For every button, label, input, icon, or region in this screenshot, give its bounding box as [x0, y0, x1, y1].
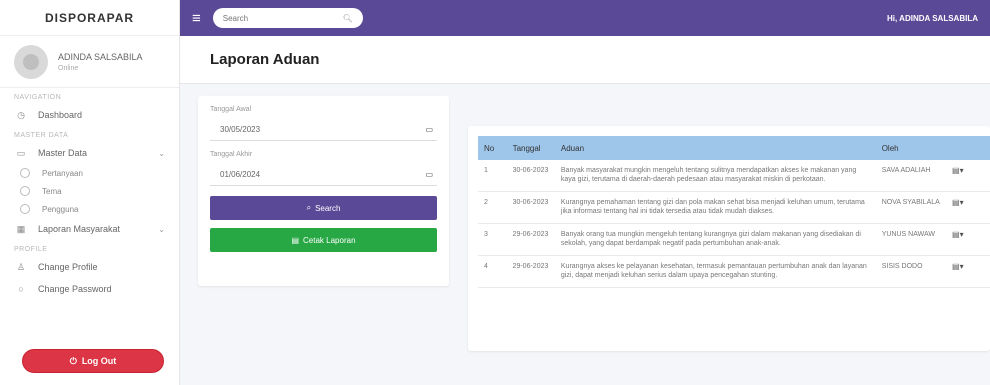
- user-greeting[interactable]: Hi, ADINDA SALSABILA: [887, 14, 978, 23]
- table-row: 3 29-06-2023 Banyak orang tua mungkin me…: [478, 223, 990, 256]
- cell-date: 29-06-2023: [506, 223, 555, 256]
- user-status: Online: [58, 64, 79, 72]
- table-header-row: No Tanggal Aduan Oleh: [478, 136, 990, 160]
- circle-icon: [20, 204, 30, 214]
- row-action-dropdown-icon[interactable]: ▤▾: [952, 258, 964, 271]
- table-row: 4 29-06-2023 Kurangnya akses ke pelayana…: [478, 255, 990, 288]
- table-row: 1 30-06-2023 Banyak masyarakat mungkin m…: [478, 160, 990, 192]
- cell-no: 4: [478, 255, 507, 288]
- sidebar-item-label: Dashboard: [38, 110, 83, 120]
- cell-aduan: Kurangnya akses ke pelayanan kesehatan, …: [554, 255, 876, 288]
- table-icon: ▦: [16, 224, 26, 234]
- cell-no: 2: [478, 191, 507, 224]
- sidebar-item-label: Change Password: [38, 284, 112, 294]
- brand-logo[interactable]: DISPORAPAR: [0, 0, 179, 36]
- print-icon: ▤: [291, 235, 300, 245]
- end-date-label: Tanggal Akhir: [210, 151, 253, 158]
- cell-oleh: SISIS DODO: [875, 255, 947, 288]
- cell-date: 30-06-2023: [506, 191, 555, 224]
- sidebar-item-master-data[interactable]: ▭ Master Data ⌄: [0, 142, 179, 164]
- column-header-action: [946, 136, 990, 160]
- nav-header-profile: Profile: [14, 246, 48, 253]
- sidebar-item-laporan[interactable]: ▦ Laporan Masyarakat ⌄: [0, 218, 179, 240]
- cell-no: 3: [478, 223, 507, 256]
- cell-aduan: Banyak orang tua mungkin mengeluh tentan…: [554, 223, 876, 256]
- table-row: 2 30-06-2023 Kurangnya pemahaman tentang…: [478, 191, 990, 224]
- report-table-card: No Tanggal Aduan Oleh 1 30-06-2023 Banya…: [468, 126, 990, 351]
- search-box[interactable]: 🔍︎: [212, 8, 363, 28]
- user-icon: ♙: [16, 262, 26, 272]
- logout-button[interactable]: ⏻ Log Out: [22, 349, 164, 373]
- column-header-oleh: Oleh: [875, 136, 947, 160]
- start-date-label: Tanggal Awal: [210, 106, 252, 113]
- filter-card: Tanggal Awal 30/05/2023 ▭ Tanggal Akhir …: [198, 96, 449, 286]
- cell-aduan: Banyak masyarakat mungkin mengeluh tenta…: [554, 160, 876, 192]
- cell-aduan: Kurangnya pemahaman tentang gizi dan pol…: [554, 191, 876, 224]
- folder-icon: ▭: [16, 148, 26, 158]
- calendar-icon[interactable]: ▭: [425, 125, 433, 134]
- cell-date: 30-06-2023: [506, 160, 555, 192]
- row-action-dropdown-icon[interactable]: ▤▾: [952, 226, 964, 239]
- chevron-down-icon: ⌄: [158, 148, 165, 158]
- chevron-down-icon: ⌄: [158, 224, 165, 234]
- avatar: [14, 44, 48, 79]
- start-date-field[interactable]: 30/05/2023 ▭: [210, 119, 437, 141]
- cell-no: 1: [478, 160, 507, 192]
- nav-header-navigation: Navigation: [14, 94, 62, 101]
- column-header-no: No: [478, 136, 507, 160]
- topbar: ≡ 🔍︎ Hi, ADINDA SALSABILA: [180, 0, 990, 36]
- sidebar-item-label: Laporan Masyarakat: [38, 224, 121, 234]
- dashboard-icon: ◷: [17, 110, 25, 120]
- sidebar-subitem-tema[interactable]: Tema: [0, 182, 179, 200]
- search-icon[interactable]: 🔍︎: [343, 14, 353, 23]
- sidebar-subitem-pertanyaan[interactable]: Pertanyaan: [0, 164, 179, 182]
- cell-oleh: YUNUS NAWAW: [875, 223, 947, 256]
- nav-header-master: Master Data: [14, 132, 69, 139]
- search-icon: ⌕: [306, 203, 312, 212]
- menu-icon[interactable]: ≡: [192, 10, 201, 27]
- column-header-date: Tanggal: [506, 136, 555, 160]
- row-action-dropdown-icon[interactable]: ▤▾: [952, 194, 964, 207]
- sidebar-item-dashboard[interactable]: ◷ Dashboard: [0, 104, 179, 126]
- calendar-icon[interactable]: ▭: [425, 170, 433, 179]
- circle-icon: [20, 186, 30, 196]
- power-icon: ⏻: [69, 355, 77, 366]
- cell-oleh: NOVA SYABILALA: [875, 191, 947, 224]
- page-title: Laporan Aduan: [210, 51, 320, 68]
- sidebar-item-change-password[interactable]: ○ Change Password: [0, 278, 179, 300]
- sidebar-item-label: Master Data: [38, 148, 88, 158]
- search-button[interactable]: ⌕ Search: [210, 196, 437, 220]
- sidebar-item-label: Change Profile: [38, 262, 98, 272]
- report-table: No Tanggal Aduan Oleh 1 30-06-2023 Banya…: [478, 136, 990, 288]
- sidebar-item-change-profile[interactable]: ♙ Change Profile: [0, 256, 179, 278]
- cell-date: 29-06-2023: [506, 255, 555, 288]
- search-input[interactable]: [222, 13, 333, 23]
- column-header-aduan: Aduan: [554, 136, 876, 160]
- sidebar-subitem-pengguna[interactable]: Pengguna: [0, 200, 179, 218]
- end-date-field[interactable]: 01/06/2024 ▭: [210, 164, 437, 186]
- cell-oleh: SAVA ADALIAH: [875, 160, 947, 192]
- row-action-dropdown-icon[interactable]: ▤▾: [952, 162, 964, 175]
- user-name: ADINDA SALSABILA: [58, 51, 143, 62]
- circle-icon: [20, 168, 30, 178]
- print-report-button[interactable]: ▤ Cetak Laporan: [210, 228, 437, 252]
- content-header: Laporan Aduan: [180, 36, 990, 84]
- key-icon: ○: [18, 284, 24, 294]
- user-panel: ADINDA SALSABILA Online: [0, 36, 179, 88]
- sidebar: DISPORAPAR ADINDA SALSABILA Online Navig…: [0, 0, 180, 385]
